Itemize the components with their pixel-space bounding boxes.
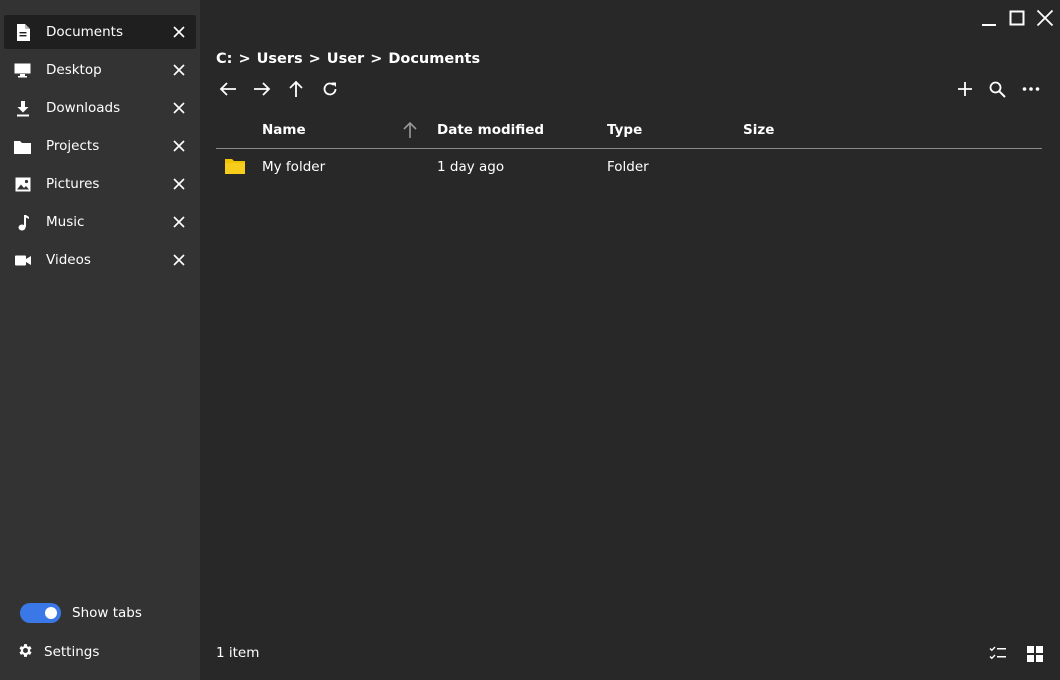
breadcrumb-item[interactable]: C: bbox=[216, 51, 232, 67]
tab-label: Pictures bbox=[46, 176, 100, 192]
forward-button[interactable] bbox=[252, 79, 271, 99]
sidebar-tab-pictures[interactable]: Pictures bbox=[4, 167, 196, 201]
ellipsis-icon bbox=[1022, 87, 1039, 91]
folder-icon bbox=[225, 158, 245, 178]
image-icon bbox=[14, 176, 31, 193]
gear-icon bbox=[17, 642, 34, 663]
sidebar-tab-projects[interactable]: Projects bbox=[4, 129, 196, 163]
tab-label: Projects bbox=[46, 138, 100, 154]
close-icon[interactable] bbox=[172, 253, 186, 267]
tab-list: Documents Desktop Downloads Projects Pic… bbox=[4, 15, 196, 281]
grid-icon bbox=[1027, 646, 1043, 662]
new-item-button[interactable] bbox=[955, 79, 974, 99]
arrow-right-icon bbox=[253, 82, 270, 96]
toggle-knob bbox=[45, 607, 57, 619]
breadcrumb-separator: > bbox=[308, 51, 321, 67]
document-icon bbox=[14, 24, 31, 41]
breadcrumb-item[interactable]: Documents bbox=[388, 51, 480, 67]
settings-button[interactable]: Settings bbox=[17, 641, 99, 663]
table-row[interactable]: My folder 1 day ago Folder bbox=[216, 149, 1042, 187]
download-icon bbox=[14, 100, 31, 117]
tab-label: Downloads bbox=[46, 100, 121, 116]
breadcrumb-item[interactable]: User bbox=[327, 51, 364, 67]
maximize-button[interactable] bbox=[1008, 8, 1026, 28]
column-header-date-modified[interactable]: Date modified bbox=[437, 122, 544, 138]
close-icon[interactable] bbox=[172, 25, 186, 39]
grid-view-button[interactable] bbox=[1026, 645, 1044, 663]
action-toolbar bbox=[955, 79, 1040, 99]
sidebar-tab-desktop[interactable]: Desktop bbox=[4, 53, 196, 87]
up-button[interactable] bbox=[286, 79, 305, 99]
music-note-icon bbox=[14, 214, 31, 231]
close-window-button[interactable] bbox=[1036, 8, 1054, 28]
breadcrumb-separator: > bbox=[238, 51, 251, 67]
monitor-icon bbox=[14, 62, 31, 79]
sidebar-tab-music[interactable]: Music bbox=[4, 205, 196, 239]
sidebar: Documents Desktop Downloads Projects Pic… bbox=[0, 0, 200, 680]
arrow-left-icon bbox=[219, 82, 236, 96]
show-tabs-label: Show tabs bbox=[72, 605, 142, 621]
minimize-button[interactable] bbox=[980, 8, 998, 28]
close-icon[interactable] bbox=[172, 63, 186, 77]
refresh-icon bbox=[323, 82, 336, 96]
breadcrumb-separator: > bbox=[370, 51, 383, 67]
arrow-up-icon bbox=[288, 80, 303, 97]
search-icon bbox=[989, 81, 1006, 98]
show-tabs-toggle[interactable] bbox=[20, 603, 61, 623]
file-date-modified: 1 day ago bbox=[437, 159, 505, 175]
folder-icon bbox=[14, 138, 31, 155]
maximize-icon bbox=[1009, 10, 1025, 26]
tab-label: Desktop bbox=[46, 62, 102, 78]
table-header: Name Date modified Type Size bbox=[216, 118, 1042, 149]
breadcrumb-item[interactable]: Users bbox=[257, 51, 303, 67]
file-type: Folder bbox=[607, 159, 649, 175]
item-count: 1 item bbox=[216, 645, 260, 661]
tab-label: Documents bbox=[46, 24, 123, 40]
more-options-button[interactable] bbox=[1021, 79, 1040, 99]
column-header-name[interactable]: Name bbox=[262, 122, 306, 138]
tab-label: Music bbox=[46, 214, 85, 230]
close-icon[interactable] bbox=[172, 177, 186, 191]
plus-icon bbox=[957, 82, 972, 96]
column-header-type[interactable]: Type bbox=[607, 122, 642, 138]
tab-label: Videos bbox=[46, 252, 91, 268]
view-mode-toolbar bbox=[989, 645, 1044, 663]
file-name: My folder bbox=[262, 159, 326, 175]
video-camera-icon bbox=[14, 252, 31, 269]
checklist-icon bbox=[989, 646, 1006, 660]
file-table: Name Date modified Type Size My folder 1… bbox=[216, 118, 1042, 187]
minimize-icon bbox=[982, 24, 996, 26]
refresh-button[interactable] bbox=[320, 79, 339, 99]
close-icon[interactable] bbox=[172, 101, 186, 115]
settings-label: Settings bbox=[44, 644, 100, 660]
breadcrumb: C: > Users > User > Documents bbox=[216, 48, 480, 70]
back-button[interactable] bbox=[218, 79, 237, 99]
navigation-toolbar bbox=[218, 79, 339, 99]
sidebar-tab-downloads[interactable]: Downloads bbox=[4, 91, 196, 125]
close-window-icon bbox=[1036, 9, 1054, 27]
search-button[interactable] bbox=[988, 79, 1007, 99]
show-tabs-control: Show tabs bbox=[20, 602, 142, 624]
window-controls bbox=[980, 8, 1054, 28]
details-view-button[interactable] bbox=[989, 645, 1007, 663]
column-header-size[interactable]: Size bbox=[743, 122, 774, 138]
close-icon[interactable] bbox=[172, 139, 186, 153]
sidebar-tab-documents[interactable]: Documents bbox=[4, 15, 196, 49]
close-icon[interactable] bbox=[172, 215, 186, 229]
sort-ascending-icon[interactable] bbox=[402, 121, 418, 143]
sidebar-tab-videos[interactable]: Videos bbox=[4, 243, 196, 277]
